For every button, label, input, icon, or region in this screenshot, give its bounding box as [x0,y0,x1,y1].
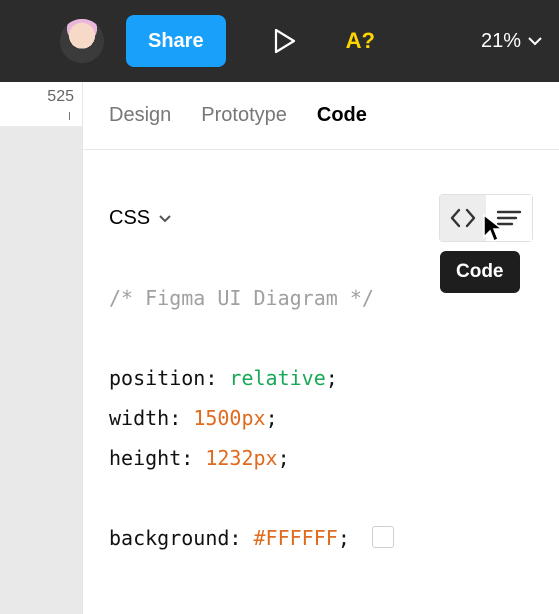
list-lines-icon [496,209,522,227]
tab-prototype[interactable]: Prototype [201,104,287,127]
ruler-tick [69,112,70,120]
inspector-panel: Design Prototype Code CSS [82,82,559,614]
inspector-tabs: Design Prototype Code [83,82,559,150]
canvas-ruler-area: 525 [0,82,82,614]
chevron-down-icon [527,36,543,46]
code-view-button[interactable] [440,195,486,241]
css-format-dropdown[interactable]: CSS [109,207,172,230]
top-bar: Share A? 21% [0,0,559,82]
blank-line [109,478,533,518]
color-swatch[interactable] [372,526,394,548]
code-brackets-icon [449,208,477,228]
ruler-number: 525 [47,88,74,106]
tab-code[interactable]: Code [317,104,367,127]
zoom-value: 21% [481,30,521,53]
code-comment: /* Figma UI Diagram */ [109,286,374,310]
lower-area: 525 Design Prototype Code CSS [0,82,559,614]
code-line: position: relative; [109,358,533,398]
code-line: height: 1232px; [109,438,533,478]
css-format-label: CSS [109,207,150,230]
help-button[interactable]: A? [346,28,375,54]
code-line: width: 1500px; [109,398,533,438]
canvas-background [0,126,82,614]
avatar[interactable] [60,19,104,63]
share-button[interactable]: Share [126,15,226,67]
zoom-dropdown[interactable]: 21% [481,30,543,53]
play-icon[interactable] [274,28,296,54]
chevron-down-icon [158,214,172,223]
tab-design[interactable]: Design [109,104,171,127]
tooltip: Code [440,251,520,293]
css-header-row: CSS Code [83,150,559,242]
table-view-button[interactable] [486,195,532,241]
blank-line [109,318,533,358]
code-line: background: #FFFFFF; [109,518,533,558]
view-mode-toggle: Code [439,194,533,242]
